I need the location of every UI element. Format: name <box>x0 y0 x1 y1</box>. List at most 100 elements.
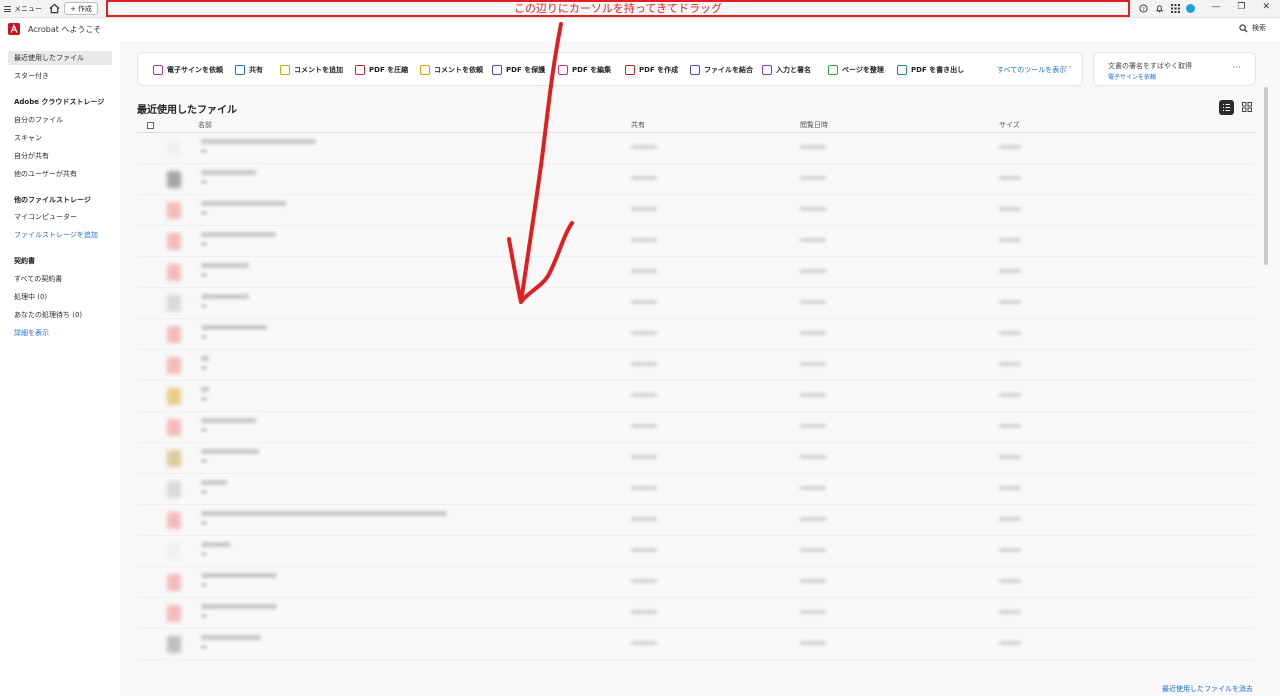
opened-cell-redacted <box>800 455 826 459</box>
file-thumbnail <box>167 543 181 560</box>
more-icon[interactable]: ··· <box>1232 63 1241 73</box>
column-header-opened[interactable]: 閲覧日時 <box>800 120 828 130</box>
share-icon <box>235 65 245 75</box>
sidebar-item-all-agreements[interactable]: すべての契約書 <box>8 272 112 286</box>
close-icon[interactable]: ✕ <box>1262 2 1270 12</box>
edit-icon <box>558 65 568 75</box>
tool-export-pdf[interactable]: PDF を書き出し <box>897 65 964 75</box>
tool-edit-pdf[interactable]: PDF を編集 <box>558 65 611 75</box>
tool-share[interactable]: 共有 <box>235 65 263 75</box>
home-icon[interactable] <box>49 3 60 14</box>
file-name-redacted <box>201 294 249 299</box>
column-header-size[interactable]: サイズ <box>999 120 1020 130</box>
search-label: 検索 <box>1252 24 1266 32</box>
tool-combine-files[interactable]: ファイルを結合 <box>690 65 753 75</box>
file-name-redacted <box>201 449 259 454</box>
table-row[interactable] <box>137 474 1255 505</box>
table-row[interactable] <box>137 319 1255 350</box>
table-row[interactable] <box>137 598 1255 629</box>
sidebar-item-waiting[interactable]: あなたの処理待ち (0) <box>8 308 112 322</box>
table-row[interactable] <box>137 288 1255 319</box>
sidebar-item-shared-by-others[interactable]: 他のユーザーが共有 <box>8 167 112 181</box>
opened-cell-redacted <box>800 486 826 490</box>
grid-view-icon[interactable] <box>1242 102 1252 112</box>
tool-label: コメントを追加 <box>294 66 343 74</box>
export-icon <box>897 65 907 75</box>
opened-cell-redacted <box>800 610 826 614</box>
sidebar-item-scan[interactable]: スキャン <box>8 131 112 145</box>
table-row[interactable] <box>137 443 1255 474</box>
tool-fill-sign[interactable]: 入力と署名 <box>762 65 811 75</box>
esign-promo-title: 文書の署名をすばやく取得 <box>1108 62 1192 70</box>
clear-recent-link[interactable]: 最近使用したファイルを消去 <box>1162 684 1253 694</box>
table-row[interactable] <box>137 226 1255 257</box>
tool-create-pdf[interactable]: PDF を作成 <box>625 65 678 75</box>
file-name-redacted <box>201 325 267 330</box>
list-view-button[interactable] <box>1219 100 1234 115</box>
sidebar-item-my-computer[interactable]: マイコンピューター <box>8 210 112 224</box>
menu-label: メニュー <box>14 5 42 13</box>
file-thumbnail <box>167 171 181 188</box>
bell-icon[interactable] <box>1154 3 1164 13</box>
tool-organize-pages[interactable]: ページを整理 <box>828 65 884 75</box>
column-header-shared[interactable]: 共有 <box>631 120 645 130</box>
tool-request-comment[interactable]: コメントを依頼 <box>420 65 483 75</box>
column-header-name[interactable]: 名前 <box>198 120 212 130</box>
restore-icon[interactable]: ❐ <box>1237 2 1245 12</box>
file-type-redacted <box>201 645 207 649</box>
file-type-redacted <box>201 366 207 370</box>
tool-add-comment[interactable]: コメントを追加 <box>280 65 343 75</box>
size-cell-redacted <box>999 207 1021 211</box>
apps-grid-icon[interactable] <box>1170 3 1180 13</box>
tool-label: PDF を作成 <box>639 66 679 74</box>
file-name-redacted <box>201 356 209 361</box>
select-all-checkbox[interactable] <box>147 122 154 129</box>
sidebar-item-starred[interactable]: スター付き <box>8 69 112 83</box>
sidebar-item-shared-by-me[interactable]: 自分が共有 <box>8 149 112 163</box>
more-icon[interactable]: ··· <box>1061 63 1073 73</box>
table-row[interactable] <box>137 412 1255 443</box>
menu-button[interactable]: メニュー <box>4 3 42 15</box>
sidebar-link-add-storage[interactable]: ファイルストレージを追加 <box>8 228 112 242</box>
sidebar-item-my-files[interactable]: 自分のファイル <box>8 113 112 127</box>
tool-protect-pdf[interactable]: PDF を保護 <box>492 65 545 75</box>
file-name-redacted <box>201 511 447 516</box>
minimize-icon[interactable]: — <box>1211 2 1220 12</box>
file-name-redacted <box>201 480 227 485</box>
shared-cell-redacted <box>631 455 657 459</box>
table-row[interactable] <box>137 195 1255 226</box>
create-tab[interactable]: + 作成 <box>64 2 98 15</box>
drag-area-annotation[interactable]: この辺りにカーソルを持ってきてドラッグ <box>106 0 1130 17</box>
table-row[interactable] <box>137 381 1255 412</box>
sidebar-item-in-progress[interactable]: 処理中 (0) <box>8 290 112 304</box>
table-row[interactable] <box>137 505 1255 536</box>
table-row[interactable] <box>137 567 1255 598</box>
tools-bar: 電子サインを依頼 共有 コメントを追加 PDF を圧縮 コメントを依頼 PDF … <box>137 52 1083 86</box>
tool-request-esign[interactable]: 電子サインを依頼 <box>153 65 223 75</box>
sidebar-item-recent[interactable]: 最近使用したファイル <box>8 51 112 65</box>
file-type-redacted <box>201 180 207 184</box>
table-row[interactable] <box>137 133 1255 164</box>
help-icon[interactable]: ? <box>1138 3 1148 13</box>
opened-cell-redacted <box>800 424 826 428</box>
table-row[interactable] <box>137 629 1255 660</box>
opened-cell-redacted <box>800 207 826 211</box>
opened-cell-redacted <box>800 176 826 180</box>
size-cell-redacted <box>999 455 1021 459</box>
file-type-redacted <box>201 397 207 401</box>
scrollbar[interactable] <box>1264 87 1268 265</box>
avatar[interactable] <box>1186 3 1195 13</box>
table-row[interactable] <box>137 536 1255 567</box>
table-row[interactable] <box>137 257 1255 288</box>
all-tools-link[interactable]: すべてのツールを表示 <box>997 65 1066 75</box>
acrobat-logo-icon <box>8 23 20 35</box>
tool-compress-pdf[interactable]: PDF を圧縮 <box>355 65 408 75</box>
table-row[interactable] <box>137 164 1255 195</box>
file-name-redacted <box>201 604 277 609</box>
sidebar-link-show-details[interactable]: 詳細を表示 <box>8 326 112 340</box>
table-row[interactable] <box>137 350 1255 381</box>
search-button[interactable]: 検索 <box>1239 23 1266 33</box>
esign-promo-link[interactable]: 電子サインを依頼 <box>1108 72 1156 81</box>
file-thumbnail <box>167 264 181 281</box>
size-cell-redacted <box>999 486 1021 490</box>
